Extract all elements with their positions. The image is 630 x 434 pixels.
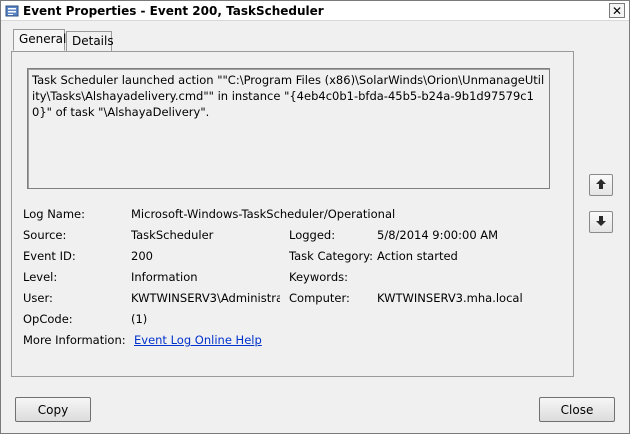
log-name-value[interactable]: Microsoft-Windows-TaskScheduler/Operatio… (131, 207, 395, 221)
level-value[interactable]: Information (131, 270, 281, 284)
arrow-up-icon (595, 178, 607, 193)
event-message[interactable]: Task Scheduler launched action ""C:\Prog… (27, 68, 550, 189)
source-value[interactable]: TaskScheduler (131, 228, 281, 242)
tab-general[interactable]: General (13, 29, 66, 51)
window-title: Event Properties - Event 200, TaskSchedu… (23, 4, 324, 18)
opcode-label: OpCode: (23, 312, 73, 326)
copy-button[interactable]: Copy (15, 397, 91, 422)
close-window-button[interactable]: ✕ (609, 3, 625, 18)
logged-label: Logged: (289, 228, 336, 242)
event-properties-window: Event Properties - Event 200, TaskSchedu… (0, 0, 630, 434)
event-log-icon (5, 4, 19, 18)
next-event-button[interactable] (589, 211, 613, 233)
close-icon: ✕ (611, 3, 623, 18)
computer-value[interactable]: KWTWINSERV3.mha.local (377, 291, 523, 305)
logged-value[interactable]: 5/8/2014 9:00:00 AM (377, 228, 498, 242)
task-category-label: Task Category: (289, 249, 374, 263)
title-bar: Event Properties - Event 200, TaskSchedu… (1, 1, 629, 21)
tab-details[interactable]: Details (66, 31, 114, 52)
event-log-online-help-link[interactable]: Event Log Online Help (134, 333, 262, 347)
log-name-label: Log Name: (23, 207, 85, 221)
source-label: Source: (23, 228, 67, 242)
keywords-label: Keywords: (289, 270, 348, 284)
close-button[interactable]: Close (539, 397, 615, 422)
computer-label: Computer: (289, 291, 350, 305)
level-label: Level: (23, 270, 58, 284)
event-id-value[interactable]: 200 (131, 249, 281, 263)
task-category-value[interactable]: Action started (377, 249, 458, 263)
user-label: User: (23, 291, 53, 305)
more-information-label: More Information: (23, 333, 126, 347)
previous-event-button[interactable] (589, 174, 613, 196)
user-value[interactable]: KWTWINSERV3\Administrator (131, 291, 280, 305)
event-id-label: Event ID: (23, 249, 76, 263)
arrow-down-icon (595, 215, 607, 230)
opcode-value[interactable]: (1) (131, 312, 147, 326)
